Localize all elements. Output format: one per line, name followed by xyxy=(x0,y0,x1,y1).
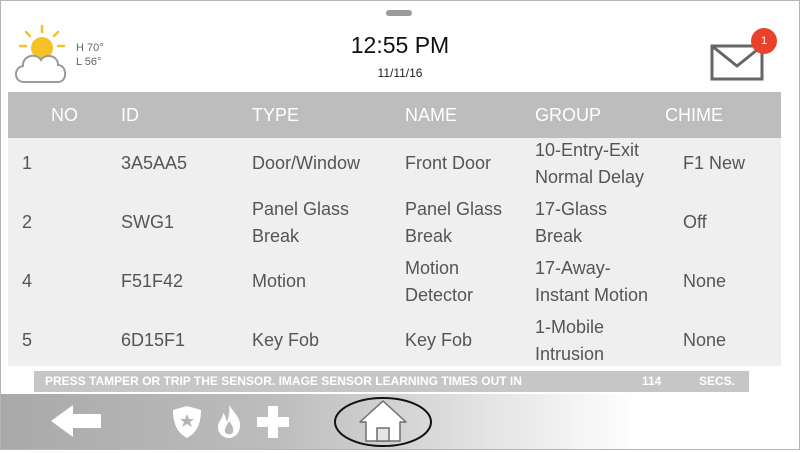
unread-count-badge: 1 xyxy=(751,28,777,54)
column-header-id: ID xyxy=(121,105,139,125)
cell-id: 6D15F1 xyxy=(121,330,186,350)
back-arrow-icon xyxy=(51,405,101,437)
cell-id: 3A5AA5 xyxy=(121,153,188,173)
column-header-no: NO xyxy=(51,105,78,125)
weather-widget[interactable]: H 70° L 56° xyxy=(12,24,122,88)
low-temperature: L 56° xyxy=(76,56,102,68)
column-header-group: GROUP xyxy=(535,105,602,125)
cell-id: SWG1 xyxy=(121,212,175,232)
bottom-nav-bar xyxy=(1,394,798,449)
cell-type: Motion xyxy=(252,271,307,291)
cell-id: F51F42 xyxy=(121,271,184,291)
cell-no: 2 xyxy=(22,212,33,232)
timeout-unit: SECS. xyxy=(699,374,736,388)
table-header: NO ID TYPE NAME GROUP CHIME xyxy=(8,92,781,138)
cell-type: Panel Glass Break xyxy=(252,198,350,246)
column-header-name: NAME xyxy=(405,105,458,125)
back-button[interactable] xyxy=(51,405,103,442)
home-button[interactable] xyxy=(332,396,434,453)
column-header-chime: CHIME xyxy=(665,105,723,125)
medical-cross-icon xyxy=(257,406,289,438)
cell-name: Panel Glass Break xyxy=(405,198,503,246)
cell-no: 5 xyxy=(22,330,33,350)
cell-group: 17-Glass Break xyxy=(535,198,608,246)
column-header-type: TYPE xyxy=(252,105,300,125)
cell-type: Door/Window xyxy=(252,153,361,173)
cell-no: 1 xyxy=(22,153,33,173)
police-shield-icon xyxy=(173,406,201,438)
cell-chime: Off xyxy=(683,212,707,232)
home-icon xyxy=(334,397,432,447)
clock-date: 11/11/16 xyxy=(377,66,423,80)
pull-down-handle[interactable] xyxy=(386,10,412,16)
status-message: PRESS TAMPER OR TRIP THE SENSOR. IMAGE S… xyxy=(45,374,522,388)
cell-no: 4 xyxy=(22,271,33,291)
learning-status-bar: PRESS TAMPER OR TRIP THE SENSOR. IMAGE S… xyxy=(34,371,749,392)
cell-group: 10-Entry-Exit Normal Delay xyxy=(535,139,645,187)
cell-chime: None xyxy=(683,330,727,350)
partly-cloudy-icon xyxy=(15,24,67,83)
cell-type: Key Fob xyxy=(252,330,320,350)
table-row[interactable]: 1 3A5AA5 Door/Window Front Door 10-Entry… xyxy=(8,134,781,193)
cell-name: Motion Detector xyxy=(405,257,474,305)
table-row[interactable]: 2 SWG1 Panel Glass Break Panel Glass Bre… xyxy=(8,193,781,252)
table-row[interactable]: 5 6D15F1 Key Fob Key Fob 1-Mobile Intrus… xyxy=(8,311,781,370)
timeout-seconds: 114 xyxy=(642,374,662,388)
cell-chime: None xyxy=(683,271,727,291)
police-panic-button[interactable] xyxy=(171,405,203,444)
cell-name: Front Door xyxy=(405,153,492,173)
clock-time: 12:55 PM xyxy=(350,32,450,58)
sensor-table: NO ID TYPE NAME GROUP CHIME 1 3A5AA5 Doo… xyxy=(8,92,781,366)
cell-chime: F1 New xyxy=(683,153,746,173)
fire-icon xyxy=(218,404,241,438)
high-temperature: H 70° xyxy=(76,42,104,54)
table-row[interactable]: 4 F51F42 Motion Motion Detector 17-Away-… xyxy=(8,252,781,311)
fire-panic-button[interactable] xyxy=(213,402,245,445)
medical-panic-button[interactable] xyxy=(256,405,290,444)
cell-name: Key Fob xyxy=(405,330,473,350)
cell-group: 17-Away- Instant Motion xyxy=(535,257,649,305)
cell-group: 1-Mobile Intrusion xyxy=(535,316,605,364)
